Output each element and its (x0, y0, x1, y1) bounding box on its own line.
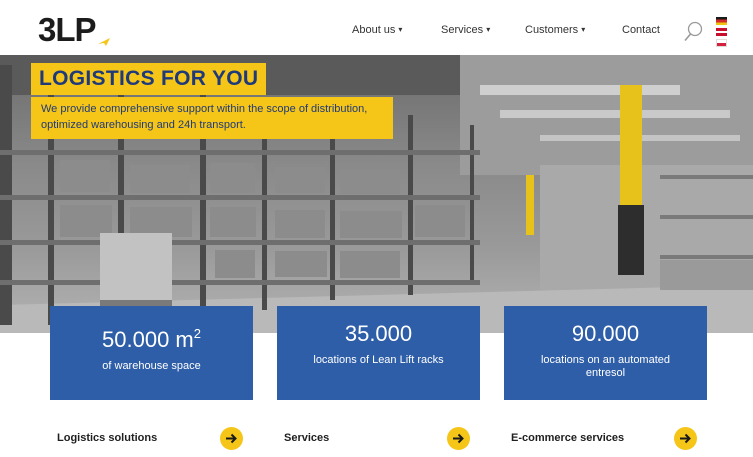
hero-headline: LOGISTICS FOR YOU (31, 63, 267, 95)
logo-text: 3LP (38, 11, 97, 48)
nav-services[interactable]: Services ▾ (441, 24, 490, 36)
card-title: Services (284, 432, 330, 444)
flag-pl-icon[interactable] (716, 39, 727, 47)
nav-customers[interactable]: Customers ▾ (525, 24, 585, 36)
stat-entresol: 90.000 locations on an automated entreso… (504, 306, 707, 400)
plane-icon (98, 38, 110, 46)
stat-value: 50.000 m2 (102, 326, 201, 352)
arrow-right-icon[interactable] (674, 427, 697, 450)
hero-subheadline: We provide comprehensive support within … (31, 97, 393, 139)
site-header: 3LP About us ▾ Services ▾ Customers ▾ Conta… (0, 0, 753, 55)
nav-services-label: Services (441, 24, 484, 36)
nav-contact-label: Contact (622, 24, 660, 36)
card-services[interactable]: Services (277, 422, 475, 457)
card-ecommerce-services[interactable]: E-commerce services (504, 422, 702, 457)
chevron-down-icon: ▾ (581, 25, 586, 34)
hero-image: LOGISTICS FOR YOU We provide comprehensi… (0, 55, 753, 333)
nav-contact[interactable]: Contact (622, 24, 660, 36)
stat-value: 90.000 (571, 321, 640, 346)
stat-label: locations of Lean Lift racks (313, 354, 444, 366)
logo[interactable]: 3LP (38, 12, 110, 48)
search-icon (684, 21, 703, 42)
stat-value: 35.000 (344, 321, 413, 346)
nav-about-us[interactable]: About us ▾ (352, 24, 402, 36)
stat-label: of warehouse space (102, 360, 201, 372)
card-title: E-commerce services (511, 432, 625, 444)
nav-about-us-label: About us (352, 24, 396, 36)
stat-lean-lift: 35.000 locations of Lean Lift racks (277, 306, 480, 400)
stat-label: locations on an automated entresol (540, 354, 671, 379)
flag-de-icon[interactable] (716, 17, 727, 25)
stat-warehouse-space: 50.000 m2 of warehouse space (50, 306, 253, 400)
chevron-down-icon: ▾ (398, 25, 403, 34)
arrow-right-icon[interactable] (220, 427, 243, 450)
card-logistics-solutions[interactable]: Logistics solutions (50, 422, 248, 457)
arrow-right-icon[interactable] (447, 427, 470, 450)
nav-customers-label: Customers (525, 24, 579, 36)
flag-en-icon[interactable] (716, 28, 727, 36)
stat-superscript: 2 (193, 326, 201, 341)
search-button[interactable] (683, 21, 703, 43)
card-title: Logistics solutions (57, 432, 158, 444)
chevron-down-icon: ▾ (486, 25, 491, 34)
language-switcher (716, 17, 728, 50)
